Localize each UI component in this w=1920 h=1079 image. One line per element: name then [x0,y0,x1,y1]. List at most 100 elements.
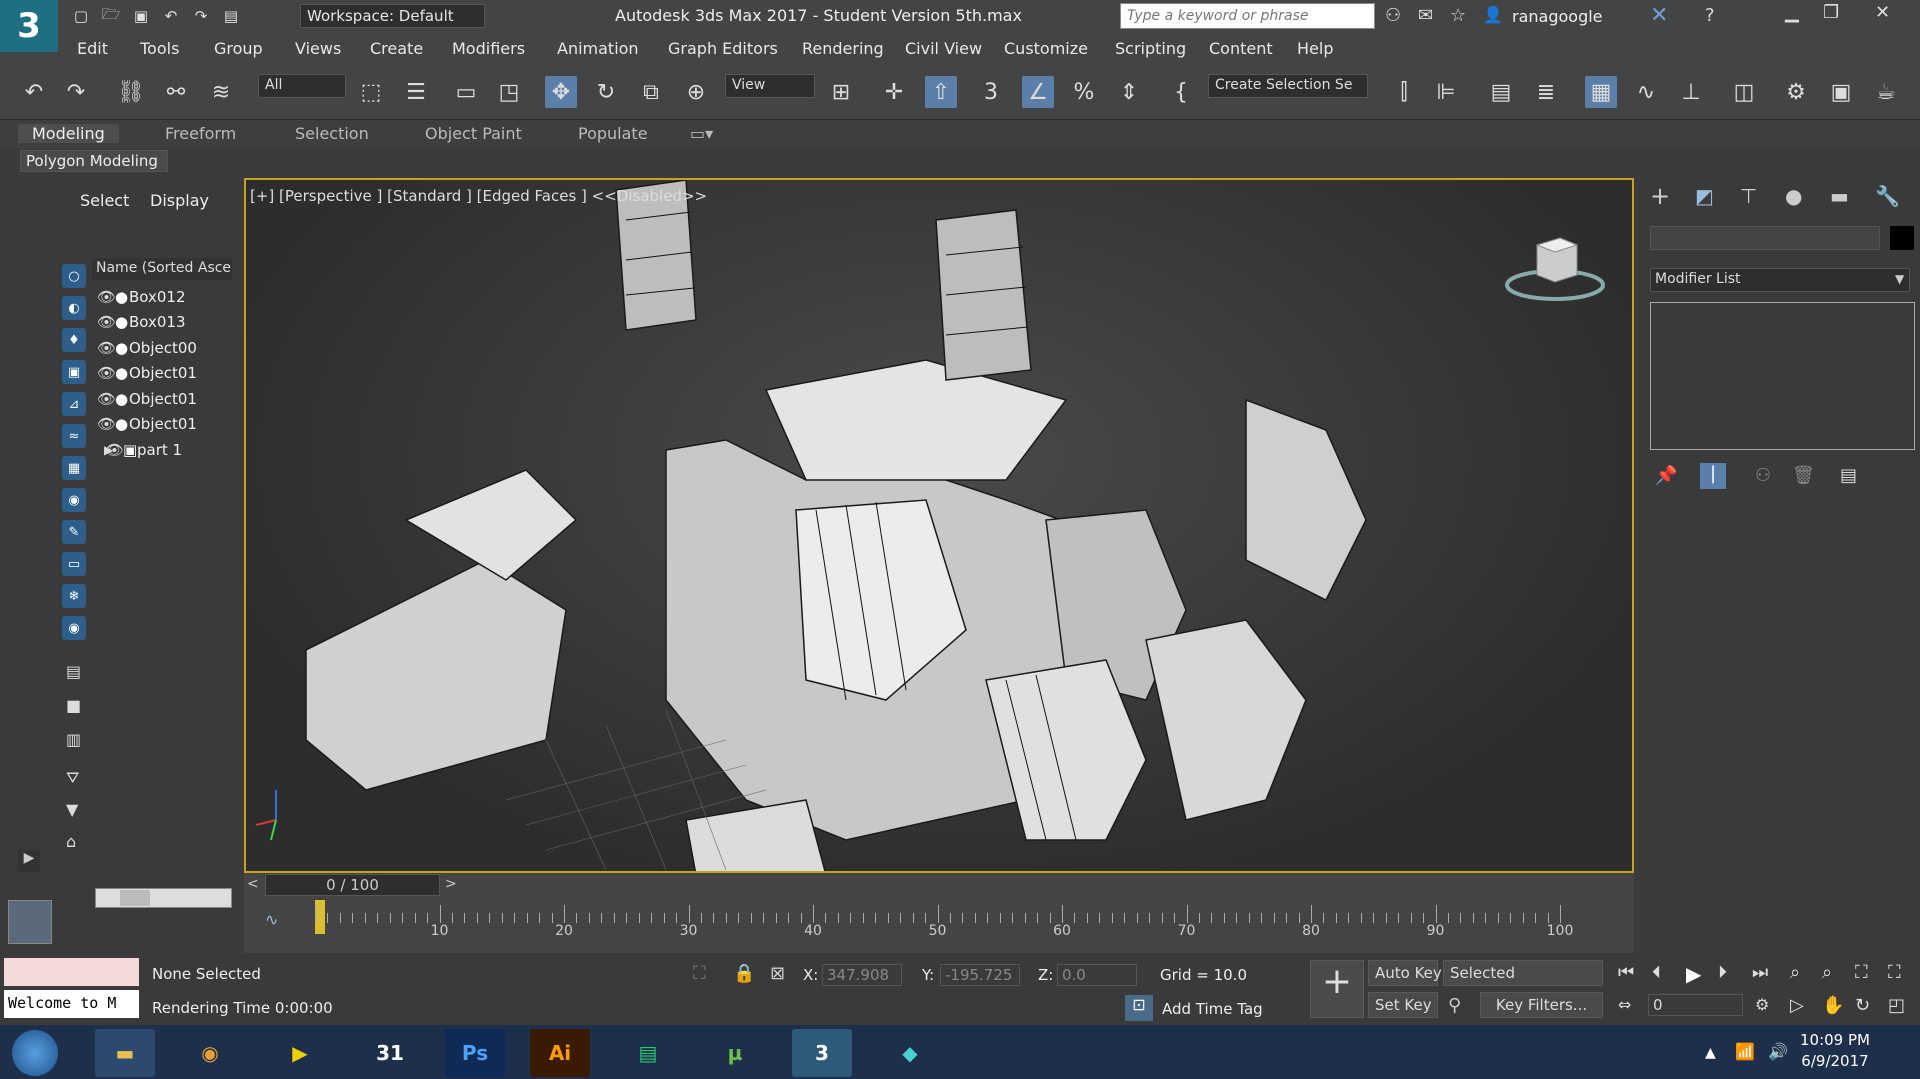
viewport-label[interactable]: [+] [Perspective ] [Standard ] [Edged Fa… [250,187,707,205]
scale-icon[interactable]: ⧉ [635,76,667,108]
explorer-tab-select[interactable]: Select [80,191,129,210]
undo-icon[interactable]: ↶ [160,5,182,27]
motion-tab-icon[interactable]: ● [1785,184,1802,208]
orbit-icon[interactable]: ↻ [1855,995,1870,1016]
field-of-view-icon[interactable]: ▷ [1790,995,1804,1016]
viewcube[interactable] [1505,230,1605,305]
move-icon[interactable]: ✥ [545,76,577,108]
layer-filter-icon[interactable]: ⌂ [66,832,76,851]
z-coordinate-field[interactable]: 0.0 [1057,964,1137,986]
rect-selection-icon[interactable]: ▭ [450,76,482,108]
explorer-row-box012[interactable]: 👁●Box012 [97,288,186,308]
render-icon[interactable]: ☕ [1870,76,1902,108]
create-tab-icon[interactable]: + [1650,182,1670,210]
go-to-start-icon[interactable]: ⏮ [1618,962,1634,983]
menu-scripting[interactable]: Scripting [1115,39,1186,58]
display-cameras-icon[interactable]: ▣ [62,360,86,384]
photoshop-icon[interactable]: Ps [445,1029,505,1077]
display-none-button-icon[interactable]: ■ [66,696,81,715]
display-geometry-icon[interactable]: ◐ [62,296,86,320]
curve-editor-icon[interactable]: ∿ [1630,76,1662,108]
show-end-result-icon[interactable]: | [1700,463,1726,489]
schematic-view-icon[interactable]: ⊥ [1675,76,1707,108]
display-lights-icon[interactable]: ♦ [62,328,86,352]
key-filters-button[interactable]: Key Filters... [1480,992,1603,1018]
menu-modifiers[interactable]: Modifiers [452,39,525,58]
display-helpers-icon[interactable]: ⊿ [62,392,86,416]
invert-display-icon[interactable]: ▥ [66,730,81,749]
display-bones-icon[interactable]: ✎ [62,520,86,544]
explorer-row-object00[interactable]: 👁●Object00 [97,339,197,359]
menu-content[interactable]: Content [1209,39,1273,58]
pan-icon[interactable]: ✋ [1822,995,1844,1016]
help-icon[interactable]: ? [1705,5,1715,26]
display-frozen-icon[interactable]: ❄ [62,584,86,608]
set-key-big-icon[interactable]: + [1310,960,1364,1018]
exchange-icon[interactable]: ✕ [1650,3,1668,28]
tab-freeform[interactable]: Freeform [165,124,236,143]
visibility-eye-icon[interactable]: 👁 [97,288,116,306]
sheets-icon[interactable]: ▤ [618,1029,678,1077]
key-mode-toggle-icon[interactable]: ⇔ [1618,995,1631,1014]
display-containers-icon[interactable]: ▭ [62,552,86,576]
select-by-name-icon[interactable]: ☰ [400,76,432,108]
explorer-hscrollbar[interactable] [95,888,232,908]
link-icon[interactable]: ⛓ [115,76,147,108]
display-xrefs-icon[interactable]: ◉ [62,488,86,512]
tab-populate[interactable]: Populate [578,124,648,143]
rendered-frame-icon[interactable]: ▣ [1825,76,1857,108]
visibility-eye-icon[interactable]: 👁 [97,390,116,408]
utilities-tab-icon[interactable]: 🔧 [1875,184,1900,208]
hierarchy-tab-icon[interactable]: ⊤ [1740,184,1757,208]
workspace-dropdown[interactable]: Workspace: Default [300,4,485,28]
visibility-eye-icon[interactable]: 👁 [97,415,116,433]
save-icon[interactable]: ▣ [130,5,152,27]
selection-lock-icon[interactable]: 🔒 [733,963,755,984]
align-icon[interactable]: ⊫ [1430,76,1462,108]
expand-arrow-icon[interactable]: ▶ [104,443,113,457]
softimage-icon[interactable]: ◆ [880,1029,940,1077]
scroll-thumb[interactable] [120,890,150,906]
system-clock[interactable]: 10:09 PM 6/9/2017 [1800,1030,1870,1072]
unlink-icon[interactable]: ⚯ [160,76,192,108]
ref-coord-dropdown[interactable]: View [725,74,815,98]
start-button[interactable] [12,1030,58,1076]
play-icon[interactable]: ▶ [1686,962,1701,986]
rotate-icon[interactable]: ↻ [590,76,622,108]
visibility-eye-icon[interactable]: 👁 [97,364,116,382]
isolate-icon[interactable]: ⛶ [693,963,706,984]
file-explorer-icon[interactable]: ▬ [95,1029,155,1077]
auto-key-button[interactable]: Auto Key [1368,960,1442,986]
maxscript-mini-listener[interactable]: Welcome to M [4,990,139,1018]
set-key-button[interactable]: Set Key [1368,992,1438,1018]
next-frame-icon[interactable]: ⏵ [1718,962,1727,983]
menu-group[interactable]: Group [214,39,263,58]
keyboard-shortcut-icon[interactable]: ⇧ [925,76,957,108]
key-mode-icon[interactable]: ⚲ [1448,995,1461,1016]
display-hidden-icon[interactable]: ◉ [62,616,86,640]
select-manipulate-icon[interactable]: ✛ [878,76,910,108]
menu-help[interactable]: Help [1297,39,1333,58]
track-bar[interactable]: 10 20 30 40 50 60 70 80 90 100 [315,903,1573,953]
make-unique-icon[interactable]: ⚇ [1755,465,1771,486]
angle-snap-icon[interactable]: ∠ [1022,76,1054,108]
zoom-extents-all-icon[interactable]: ⛶ [1888,962,1901,983]
scene-explorer-icon[interactable]: ▤ [1485,76,1517,108]
explorer-row-box013[interactable]: 👁●Box013 [97,313,186,333]
explorer-name-column[interactable]: Name (Sorted Ascer [92,258,232,280]
pin-stack-icon[interactable]: 📌 [1655,465,1677,486]
object-color-swatch[interactable] [1890,226,1914,250]
chevron-down-icon[interactable]: ▼ [1895,272,1904,286]
pivot-center-icon[interactable]: ⊞ [825,76,857,108]
star-icon[interactable]: ☆ [1450,5,1466,26]
selected-dropdown[interactable]: Selected [1443,960,1603,986]
modify-tab-icon[interactable]: ◩ [1695,184,1714,208]
undo-icon[interactable]: ↶ [18,76,50,108]
time-slider[interactable]: 0 / 100 [265,874,440,896]
polygon-modeling-panel[interactable]: Polygon Modeling [20,150,168,172]
tab-selection[interactable]: Selection [295,124,369,143]
remove-modifier-icon[interactable]: 🗑 [1792,465,1815,486]
illustrator-icon[interactable]: Ai [530,1029,590,1077]
zoom-extents-icon[interactable]: ⛶ [1855,962,1868,983]
modifier-list-dropdown[interactable]: Modifier List [1650,268,1910,292]
